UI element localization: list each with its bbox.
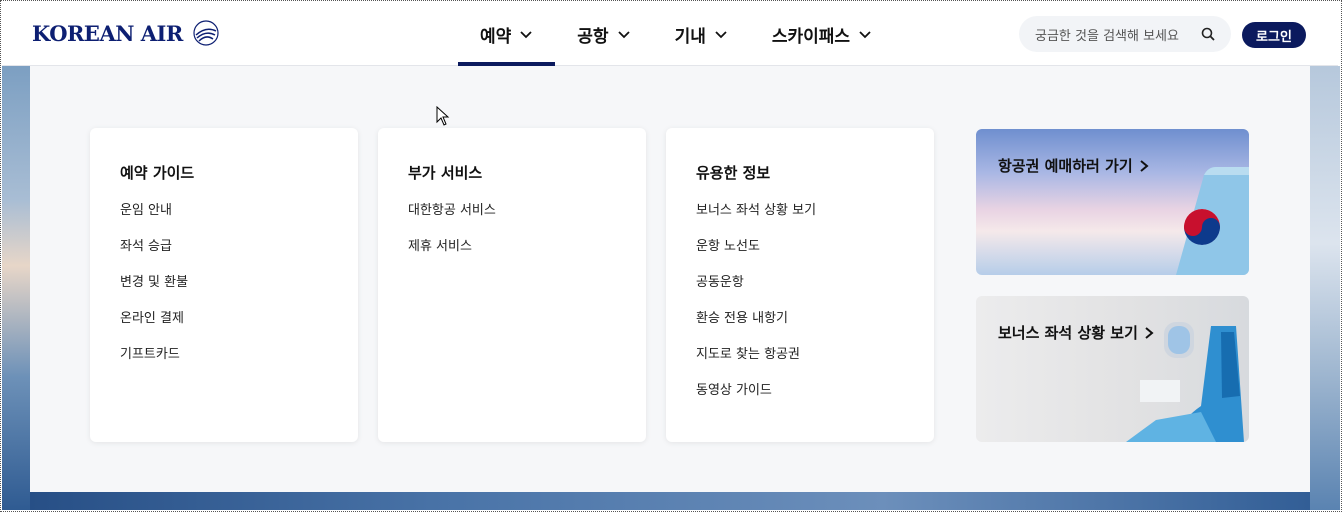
menu-link[interactable]: 변경 및 환불 [120, 275, 328, 311]
chevron-right-icon [1140, 159, 1149, 172]
nav-item-skypass[interactable]: 스카이패스 [750, 2, 894, 66]
mega-menu-panel: 예약 가이드 운임 안내 좌석 승급 변경 및 환불 온라인 결제 기프트카드 … [30, 66, 1310, 492]
search-box[interactable]: 궁금한 것을 검색해 보세요 [1019, 16, 1231, 52]
menu-column-title: 부가 서비스 [408, 164, 483, 182]
background-image-bottom [30, 492, 1310, 510]
background-image-right [1310, 66, 1340, 510]
menu-link[interactable]: 대한항공 서비스 [408, 203, 616, 239]
menu-link[interactable]: 환승 전용 내항기 [696, 311, 904, 347]
promo-card-book-flight[interactable]: 항공권 예매하러 가기 [976, 129, 1249, 275]
site-header: KOREAN AIR 예약 공항 기내 스카이패스 궁금한 것을 검색해 보세요 [2, 2, 1338, 66]
menu-link[interactable]: 온라인 결제 [120, 311, 328, 347]
menu-link[interactable]: 제휴 서비스 [408, 239, 616, 275]
menu-column-useful-info: 유용한 정보 보너스 좌석 상황 보기 운항 노선도 공동운항 환승 전용 내항… [666, 128, 934, 442]
nav-item-label: 공항 [577, 26, 609, 47]
chevron-right-icon [1145, 326, 1154, 339]
menu-column-title: 예약 가이드 [120, 164, 195, 182]
menu-link[interactable]: 운임 안내 [120, 203, 328, 239]
menu-link[interactable]: 운항 노선도 [696, 239, 904, 275]
menu-link[interactable]: 지도로 찾는 항공권 [696, 347, 904, 383]
chevron-down-icon [617, 31, 630, 39]
chevron-down-icon [859, 31, 871, 39]
nav-item-label: 예약 [480, 26, 512, 47]
skyteam-emblem-icon [193, 20, 219, 46]
menu-link[interactable]: 동영상 가이드 [696, 383, 904, 419]
menu-column-booking-guide: 예약 가이드 운임 안내 좌석 승급 변경 및 환불 온라인 결제 기프트카드 [90, 128, 358, 442]
promo-label-text: 보너스 좌석 상황 보기 [998, 324, 1138, 342]
promo-label: 보너스 좌석 상황 보기 [998, 322, 1154, 343]
menu-link[interactable]: 좌석 승급 [120, 239, 328, 275]
promo-card-bonus-seat[interactable]: 보너스 좌석 상황 보기 [976, 296, 1249, 442]
logo-text: KOREAN AIR [32, 20, 183, 46]
airplane-tail-image [1176, 167, 1249, 275]
chevron-down-icon [715, 31, 727, 39]
menu-link[interactable]: 보너스 좌석 상황 보기 [696, 203, 904, 239]
chevron-down-icon [520, 31, 532, 39]
promo-label-text: 항공권 예매하러 가기 [998, 157, 1133, 175]
search-icon[interactable] [1201, 27, 1215, 41]
search-placeholder: 궁금한 것을 검색해 보세요 [1035, 28, 1179, 44]
nav-item-label: 스카이패스 [771, 26, 851, 47]
nav-item-reservation[interactable]: 예약 [458, 2, 556, 66]
menu-column-extra-services: 부가 서비스 대한항공 서비스 제휴 서비스 [378, 128, 646, 442]
background-image-left [2, 66, 30, 510]
login-button[interactable]: 로그인 [1242, 22, 1306, 48]
mouse-cursor-icon [436, 106, 450, 126]
menu-link[interactable]: 기프트카드 [120, 347, 328, 383]
nav-item-inflight[interactable]: 기내 [653, 2, 750, 66]
main-nav: 예약 공항 기내 스카이패스 [458, 2, 894, 66]
korean-air-logo[interactable]: KOREAN AIR [32, 18, 221, 48]
nav-item-airport[interactable]: 공항 [555, 2, 652, 66]
promo-label: 항공권 예매하러 가기 [998, 155, 1149, 176]
menu-column-title: 유용한 정보 [696, 164, 771, 182]
nav-item-label: 기내 [674, 26, 706, 47]
menu-link[interactable]: 공동운항 [696, 275, 904, 311]
